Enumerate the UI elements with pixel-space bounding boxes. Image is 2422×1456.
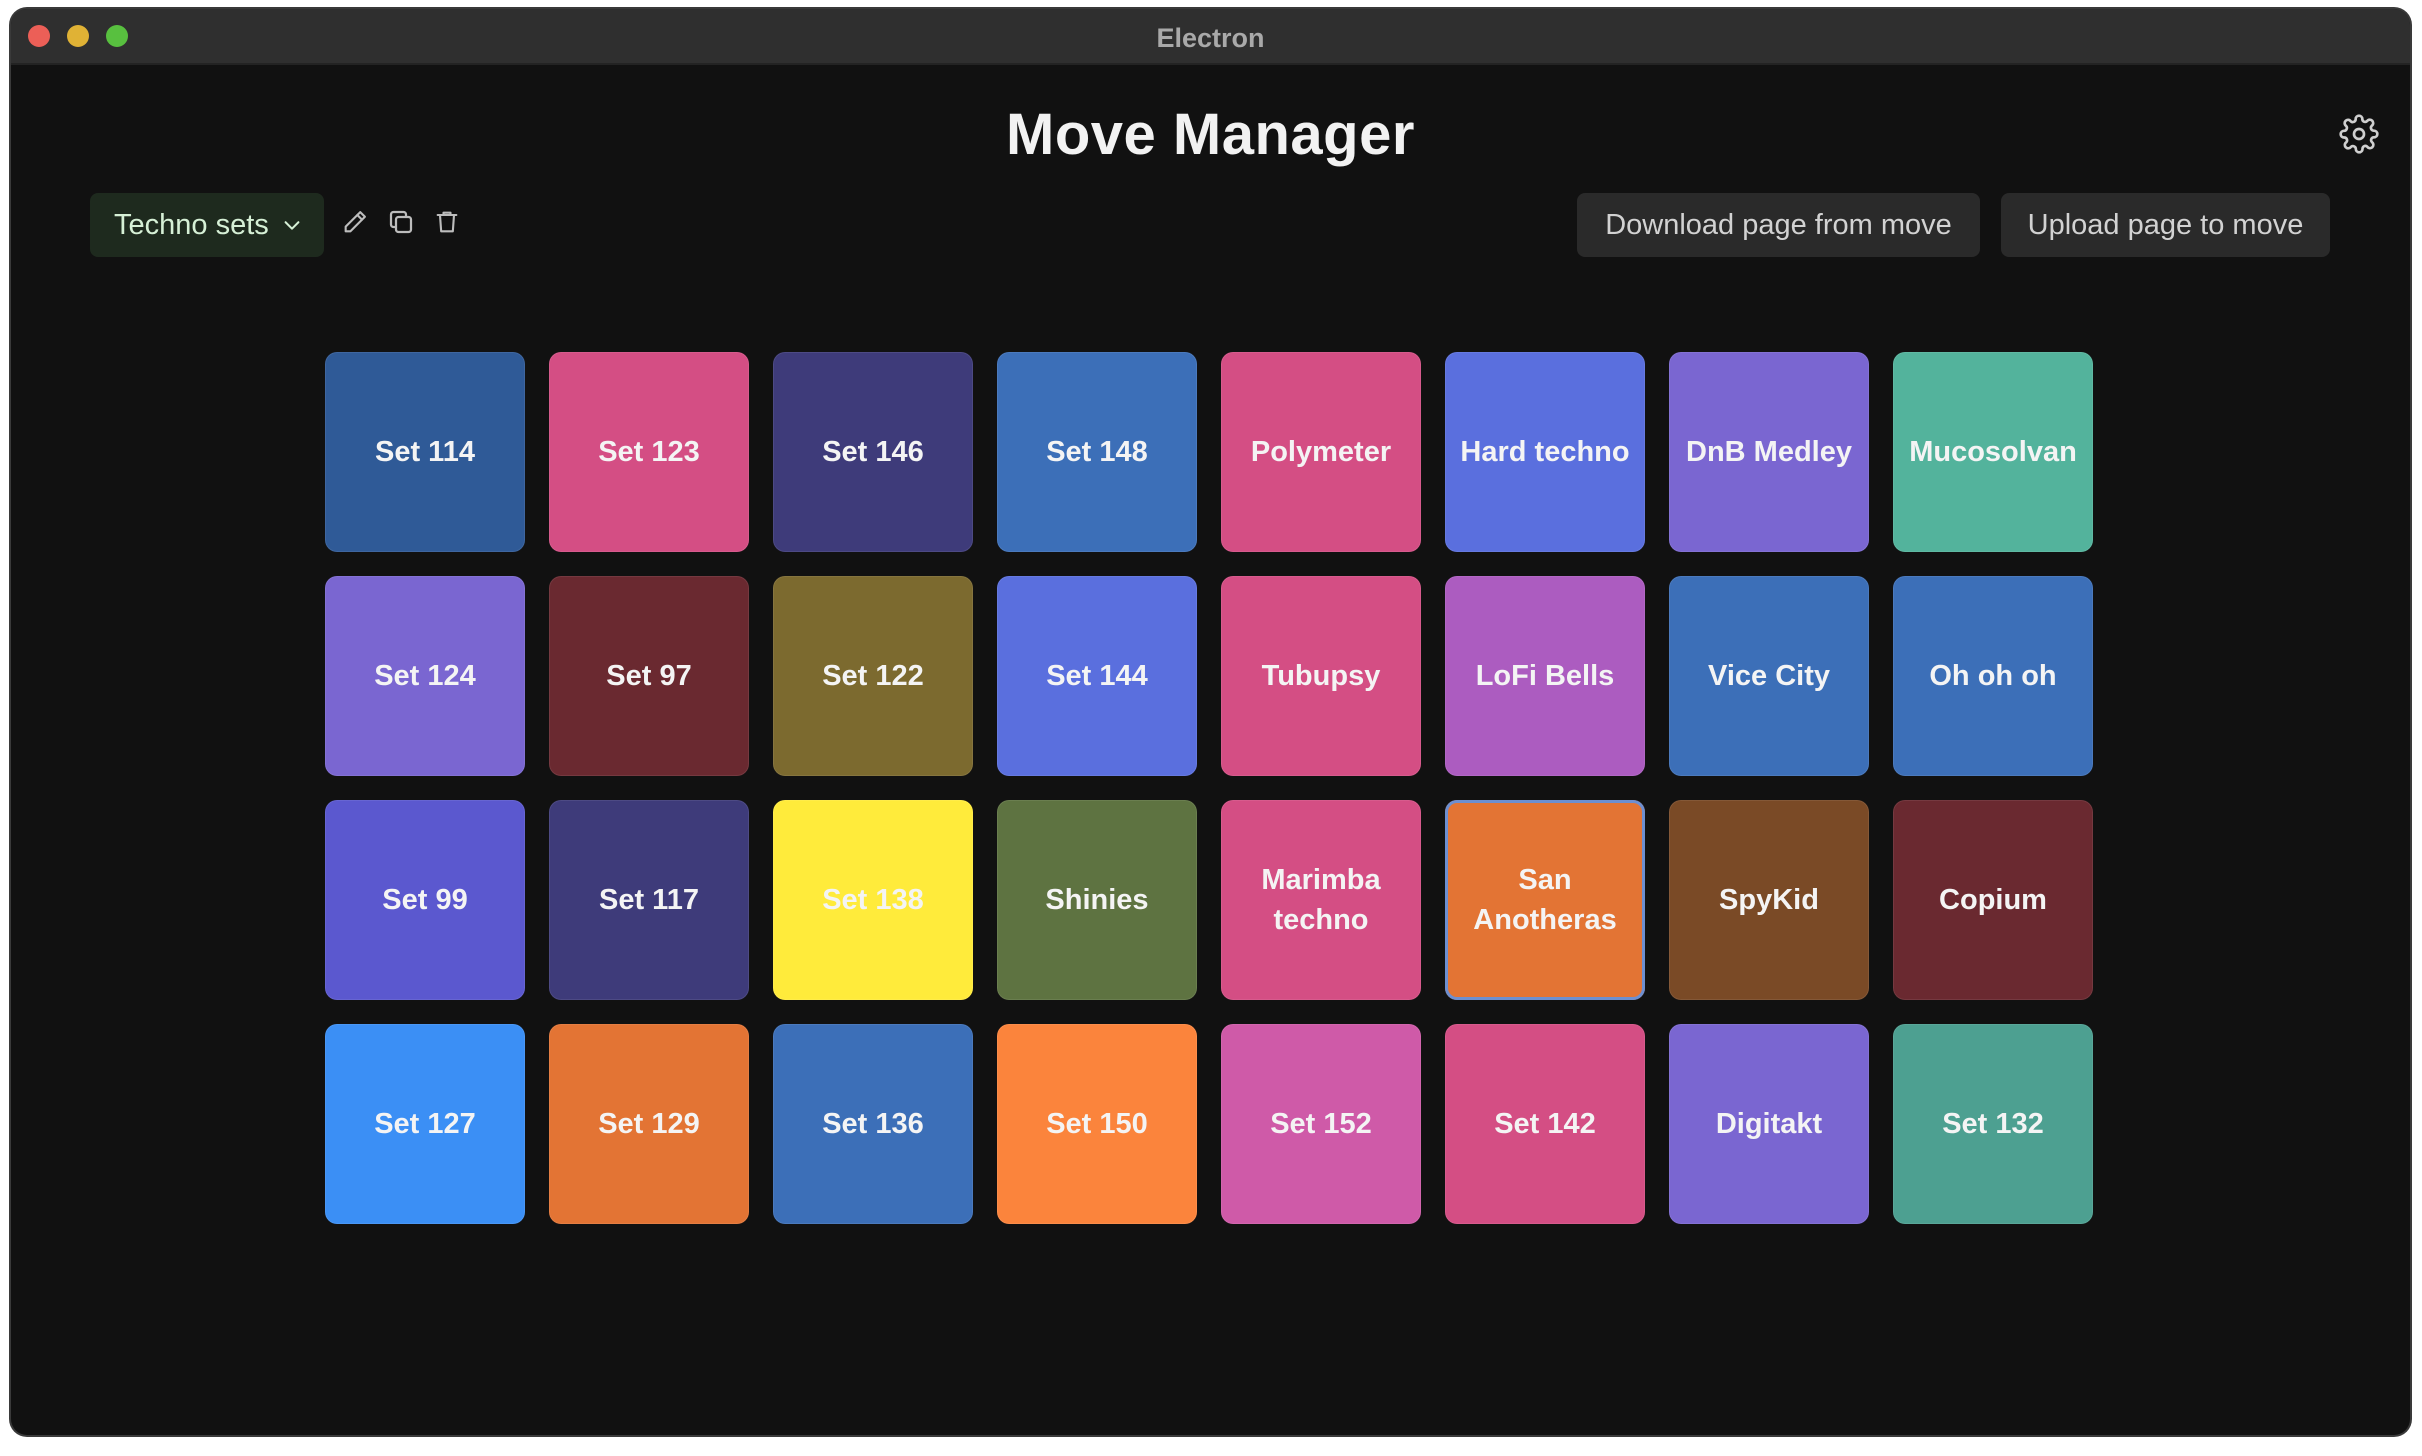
rename-set-button[interactable]	[337, 206, 373, 242]
pad-31[interactable]: Digitakt	[1669, 1024, 1869, 1224]
pad-18[interactable]: Set 117	[549, 800, 749, 1000]
pad-6[interactable]: Hard techno	[1445, 352, 1645, 552]
pad-8[interactable]: Mucosolvan	[1893, 352, 2093, 552]
pad-20[interactable]: Shinies	[997, 800, 1197, 1000]
page-title: Move Manager	[1006, 102, 1415, 167]
pad-17[interactable]: Set 99	[325, 800, 525, 1000]
pad-14[interactable]: LoFi Bells	[1445, 576, 1645, 776]
pad-21[interactable]: Marimba techno	[1221, 800, 1421, 1000]
set-selector-dropdown[interactable]: Techno sets	[90, 193, 324, 257]
pad-29[interactable]: Set 152	[1221, 1024, 1421, 1224]
pad-25[interactable]: Set 127	[325, 1024, 525, 1224]
app-window: Electron Move Manager Techno sets Downlo…	[11, 9, 2410, 1435]
copy-icon	[386, 207, 416, 242]
pad-15[interactable]: Vice City	[1669, 576, 1869, 776]
download-page-button[interactable]: Download page from move	[1577, 193, 1980, 257]
title-bar: Electron	[11, 9, 2410, 65]
window-title: Electron	[1156, 23, 1265, 53]
pad-13[interactable]: Tubupsy	[1221, 576, 1421, 776]
pad-1[interactable]: Set 114	[325, 352, 525, 552]
pad-5[interactable]: Polymeter	[1221, 352, 1421, 552]
pad-23[interactable]: SpyKid	[1669, 800, 1869, 1000]
pad-16[interactable]: Oh oh oh	[1893, 576, 2093, 776]
delete-set-button[interactable]	[429, 206, 465, 242]
pad-22[interactable]: San Anotheras	[1445, 800, 1645, 1000]
pad-3[interactable]: Set 146	[773, 352, 973, 552]
pad-grid: Set 114 Set 123 Set 146 Set 148 Polymeter Har…	[325, 352, 2093, 1224]
pad-30[interactable]: Set 142	[1445, 1024, 1645, 1224]
pencil-icon	[341, 208, 369, 241]
pad-11[interactable]: Set 122	[773, 576, 973, 776]
upload-page-button[interactable]: Upload page to move	[2001, 193, 2330, 257]
pad-7[interactable]: DnB Medley	[1669, 352, 1869, 552]
settings-button[interactable]	[2336, 113, 2382, 159]
pad-24[interactable]: Copium	[1893, 800, 2093, 1000]
pad-28[interactable]: Set 150	[997, 1024, 1197, 1224]
duplicate-set-button[interactable]	[383, 206, 419, 242]
pad-2[interactable]: Set 123	[549, 352, 749, 552]
pad-27[interactable]: Set 136	[773, 1024, 973, 1224]
trash-icon	[433, 208, 461, 241]
pad-9[interactable]: Set 124	[325, 576, 525, 776]
pad-10[interactable]: Set 97	[549, 576, 749, 776]
pad-4[interactable]: Set 148	[997, 352, 1197, 552]
gear-icon	[2339, 113, 2379, 159]
pad-32[interactable]: Set 132	[1893, 1024, 2093, 1224]
chevron-down-icon	[281, 214, 303, 236]
pad-19[interactable]: Set 138	[773, 800, 973, 1000]
set-selector-label: Techno sets	[114, 208, 269, 241]
pad-26[interactable]: Set 129	[549, 1024, 749, 1224]
pad-12[interactable]: Set 144	[997, 576, 1197, 776]
